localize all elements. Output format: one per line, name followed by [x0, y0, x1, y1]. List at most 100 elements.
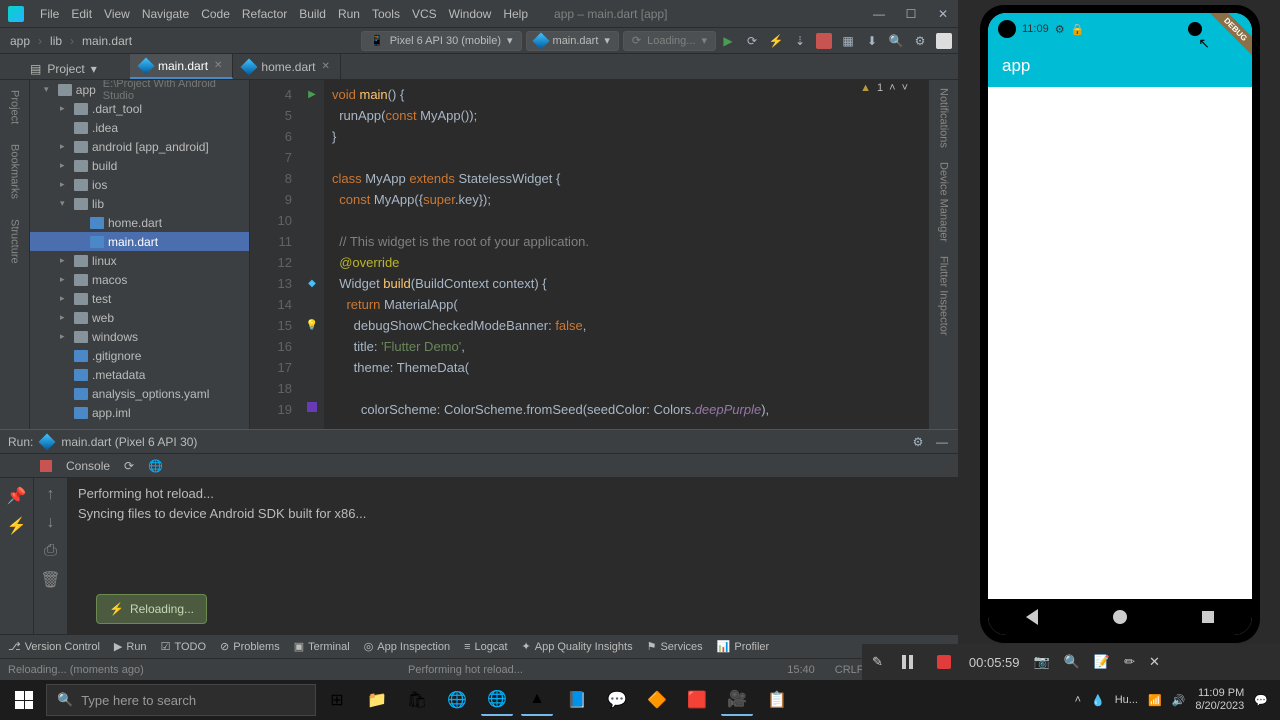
avatar-icon[interactable]: [936, 33, 952, 49]
attach-button[interactable]: ⇣: [792, 33, 808, 49]
chrome-icon[interactable]: 🌐: [441, 684, 473, 716]
menu-vcs[interactable]: VCS: [406, 7, 443, 21]
tab-todo[interactable]: ☑ TODO: [161, 640, 206, 653]
sdk-button[interactable]: ⬇: [864, 33, 880, 49]
camera-icon[interactable]: 📷: [1034, 654, 1050, 670]
console-output[interactable]: Performing hot reload... Syncing files t…: [68, 478, 958, 634]
menu-file[interactable]: File: [34, 7, 65, 21]
edit-icon[interactable]: ✏: [1124, 654, 1135, 670]
tab-app-inspection[interactable]: ◎ App Inspection: [364, 640, 450, 653]
app-icon-2[interactable]: 🟥: [681, 684, 713, 716]
whatsapp-icon[interactable]: 💬: [601, 684, 633, 716]
notes-icon[interactable]: 📝: [1094, 654, 1110, 670]
console-tab[interactable]: Console: [66, 459, 110, 473]
code-area[interactable]: void main() { runApp(const MyApp()); } c…: [324, 80, 928, 429]
maximize-button[interactable]: ☐: [904, 7, 918, 21]
tab-version-control[interactable]: ⎇ Version Control: [8, 640, 100, 653]
menu-help[interactable]: Help: [497, 7, 534, 21]
chrome-canary-icon[interactable]: 🌐: [481, 684, 513, 716]
settings-icon[interactable]: ⚙: [912, 33, 928, 49]
debug-button[interactable]: ⟳: [744, 33, 760, 49]
pin-icon[interactable]: 📌: [7, 486, 27, 506]
tree-item[interactable]: home.dart: [30, 213, 249, 232]
tree-item[interactable]: ▾appE:\Project With Android Studio: [30, 80, 249, 99]
breadcrumb-folder[interactable]: lib: [46, 34, 66, 48]
tree-item[interactable]: ▸build: [30, 156, 249, 175]
tree-item[interactable]: analysis_options.yaml: [30, 384, 249, 403]
menu-view[interactable]: View: [98, 7, 136, 21]
menu-run[interactable]: Run: [332, 7, 366, 21]
explorer-icon[interactable]: 📁: [361, 684, 393, 716]
project-tree[interactable]: ▾appE:\Project With Android Studio▸.dart…: [30, 80, 250, 429]
overview-button[interactable]: [1202, 611, 1214, 623]
close-icon[interactable]: ✕: [214, 60, 222, 71]
breadcrumb-file[interactable]: main.dart: [78, 34, 136, 48]
side-tab-bookmarks[interactable]: Bookmarks: [9, 144, 21, 199]
tab-app-quality[interactable]: ✦ App Quality Insights: [522, 640, 633, 653]
emulator-screen[interactable]: 11:09 ⚙ 🔒 app DEBUG ↖: [988, 13, 1252, 635]
settings-icon[interactable]: ⚙: [910, 434, 926, 450]
recorder-icon[interactable]: 🎥: [721, 684, 753, 716]
device-selector[interactable]: 📱 Pixel 6 API 30 (mobile) ▾: [361, 31, 522, 51]
side-tab-device-manager[interactable]: Device Manager: [938, 162, 950, 242]
store-icon[interactable]: 🛍: [401, 684, 433, 716]
vscode-icon[interactable]: 📘: [561, 684, 593, 716]
android-studio-icon[interactable]: ▲: [521, 684, 553, 716]
side-tab-flutter-inspector[interactable]: Flutter Inspector: [938, 256, 950, 335]
tree-item[interactable]: ▸android [app_android]: [30, 137, 249, 156]
tab-logcat[interactable]: ≡ Logcat: [464, 641, 507, 653]
project-tool-label[interactable]: ▤ Project ▾: [30, 56, 97, 82]
back-button[interactable]: [1026, 609, 1038, 625]
stop-icon[interactable]: [40, 460, 52, 472]
menu-code[interactable]: Code: [195, 7, 236, 21]
tree-item[interactable]: ▸macos: [30, 270, 249, 289]
start-button[interactable]: [4, 680, 44, 720]
breadcrumb-root[interactable]: app: [6, 34, 34, 48]
tree-item[interactable]: ▸test: [30, 289, 249, 308]
print-icon[interactable]: ⎙: [44, 542, 57, 560]
chevron-up-icon[interactable]: ˄: [1075, 694, 1081, 706]
search-icon[interactable]: 🔍: [1064, 654, 1080, 670]
tree-item[interactable]: .gitignore: [30, 346, 249, 365]
side-tab-project[interactable]: Project: [9, 90, 21, 124]
side-tab-notifications[interactable]: Notifications: [938, 88, 950, 148]
tab-run[interactable]: ▶ Run: [114, 640, 147, 653]
stop-record-button[interactable]: [933, 651, 955, 673]
run-config-selector[interactable]: main.dart ▾: [526, 31, 619, 51]
up-icon[interactable]: ↑: [47, 486, 55, 504]
search-icon[interactable]: 🔍: [888, 33, 904, 49]
app-icon-3[interactable]: 📋: [761, 684, 793, 716]
stop-button[interactable]: [816, 33, 832, 49]
notifications-icon[interactable]: 💬: [1254, 694, 1268, 707]
inspection-widget[interactable]: ▲ 1 ˄ ˅: [860, 82, 908, 94]
close-icon[interactable]: ✕: [1149, 654, 1160, 670]
pencil-icon[interactable]: ✎: [872, 654, 883, 670]
tab-services[interactable]: ⚑ Services: [647, 640, 703, 653]
taskbar-clock[interactable]: 11:09 PM 8/20/2023: [1195, 687, 1244, 713]
close-icon[interactable]: ✕: [321, 61, 329, 72]
minimize-panel-button[interactable]: —: [934, 434, 950, 450]
minimize-button[interactable]: —: [872, 7, 886, 21]
devtools-icon[interactable]: 🌐: [148, 459, 163, 473]
taskbar-search[interactable]: 🔍 Type here to search: [46, 684, 316, 716]
tree-item[interactable]: ▾lib: [30, 194, 249, 213]
tree-item[interactable]: ▸windows: [30, 327, 249, 346]
app-icon[interactable]: 🔶: [641, 684, 673, 716]
tab-terminal[interactable]: ▣ Terminal: [294, 640, 350, 653]
tree-item[interactable]: app.iml: [30, 403, 249, 422]
tree-item[interactable]: .metadata: [30, 365, 249, 384]
tab-home-dart[interactable]: home.dart✕: [233, 54, 340, 79]
tab-main-dart[interactable]: main.dart✕: [130, 54, 233, 79]
down-icon[interactable]: ↓: [47, 514, 55, 532]
tree-item[interactable]: ▸web: [30, 308, 249, 327]
menu-refactor[interactable]: Refactor: [236, 7, 293, 21]
bolt-icon[interactable]: ⚡: [7, 516, 27, 536]
run-button[interactable]: ▶: [720, 33, 736, 49]
side-tab-structure[interactable]: Structure: [9, 219, 21, 264]
code-editor[interactable]: 45678910111213141516171819 ▶◆💡 void main…: [250, 80, 928, 429]
tree-item[interactable]: ▸ios: [30, 175, 249, 194]
tree-item[interactable]: main.dart: [30, 232, 249, 251]
avd-button[interactable]: ▦: [840, 33, 856, 49]
task-view-icon[interactable]: ⊞: [321, 684, 353, 716]
tree-item[interactable]: ▸.dart_tool: [30, 99, 249, 118]
